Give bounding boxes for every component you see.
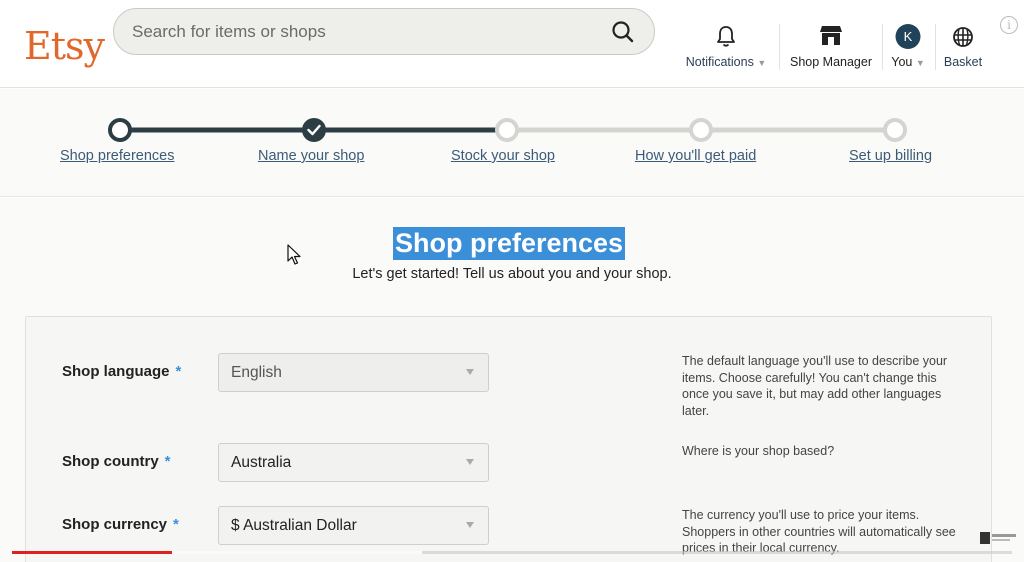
etsy-logo[interactable]: Etsy <box>24 24 105 68</box>
video-progress-bar[interactable] <box>12 551 172 554</box>
avatar: K <box>895 24 921 49</box>
dropdown-arrow-icon <box>466 459 474 465</box>
shop-country-help: Where is your shop based? <box>682 444 835 458</box>
shop-country-label: Shop country * <box>62 453 171 470</box>
dropdown-arrow-icon <box>466 369 474 375</box>
channel-watermark-icon <box>980 532 1016 544</box>
step-shop-preferences[interactable]: Shop preferences <box>60 148 174 164</box>
you-label: You <box>891 55 913 69</box>
site-header: Etsy Notifications ▼ Shop <box>0 0 1024 88</box>
mouse-cursor-icon <box>287 244 301 265</box>
shop-country-select[interactable]: Australia <box>218 443 489 482</box>
info-icon[interactable]: i <box>1000 16 1018 34</box>
notifications-menu[interactable]: Notifications ▼ <box>680 22 772 76</box>
account-menu[interactable]: K You ▼ <box>886 22 930 76</box>
step-marker-current <box>108 118 132 142</box>
required-marker: * <box>175 363 182 380</box>
main-content: Shop preferences Let's get started! Tell… <box>0 198 1024 562</box>
dropdown-arrow-icon <box>466 522 474 528</box>
setup-progress: Shop preferences Name your shop Stock yo… <box>0 89 1024 197</box>
chevron-down-icon: ▼ <box>757 58 767 68</box>
step-name-your-shop[interactable]: Name your shop <box>258 148 364 164</box>
step-how-youll-get-paid[interactable]: How you'll get paid <box>635 148 756 164</box>
shop-manager-link[interactable]: Shop Manager <box>785 22 877 76</box>
nav-divider <box>779 24 780 70</box>
shop-language-help: The default language you'll use to descr… <box>682 354 948 418</box>
shop-currency-help: The currency you'll use to price your it… <box>682 508 956 555</box>
shop-currency-select[interactable]: $ Australian Dollar <box>218 506 489 545</box>
required-marker: * <box>173 516 179 533</box>
store-icon <box>819 24 843 49</box>
shop-language-value: English <box>231 364 282 381</box>
page-subtitle: Let's get started! Tell us about you and… <box>352 266 672 282</box>
notifications-label: Notifications <box>685 55 754 69</box>
basket-label: Basket <box>943 55 983 69</box>
nav-divider <box>935 24 936 70</box>
search-input[interactable] <box>132 19 592 45</box>
bell-icon <box>715 24 737 51</box>
shop-country-value: Australia <box>231 454 292 471</box>
step-marker-todo <box>883 118 907 142</box>
step-stock-your-shop[interactable]: Stock your shop <box>451 148 555 164</box>
search-bar[interactable] <box>113 8 655 55</box>
video-buffer-bar <box>172 551 422 554</box>
step-marker-todo <box>689 118 713 142</box>
shop-currency-label: Shop currency * <box>62 516 179 533</box>
basket-icon <box>951 24 975 51</box>
shop-preferences-form: Shop language * English The default langu… <box>25 316 992 562</box>
progress-track <box>108 118 907 142</box>
step-set-up-billing[interactable]: Set up billing <box>849 148 932 164</box>
shop-language-label: Shop language * <box>62 363 182 380</box>
shop-manager-label: Shop Manager <box>789 55 872 69</box>
nav-divider <box>882 24 883 70</box>
step-marker-done <box>302 118 326 142</box>
page-title: Shop preferences <box>393 227 626 260</box>
basket-link[interactable]: Basket <box>940 22 986 76</box>
shop-language-select[interactable]: English <box>218 353 489 392</box>
required-marker: * <box>164 453 171 470</box>
shop-currency-value: $ Australian Dollar <box>231 517 357 534</box>
step-marker-todo <box>495 118 519 142</box>
search-button[interactable] <box>610 19 636 45</box>
search-icon <box>612 21 634 43</box>
chevron-down-icon: ▼ <box>915 58 925 68</box>
